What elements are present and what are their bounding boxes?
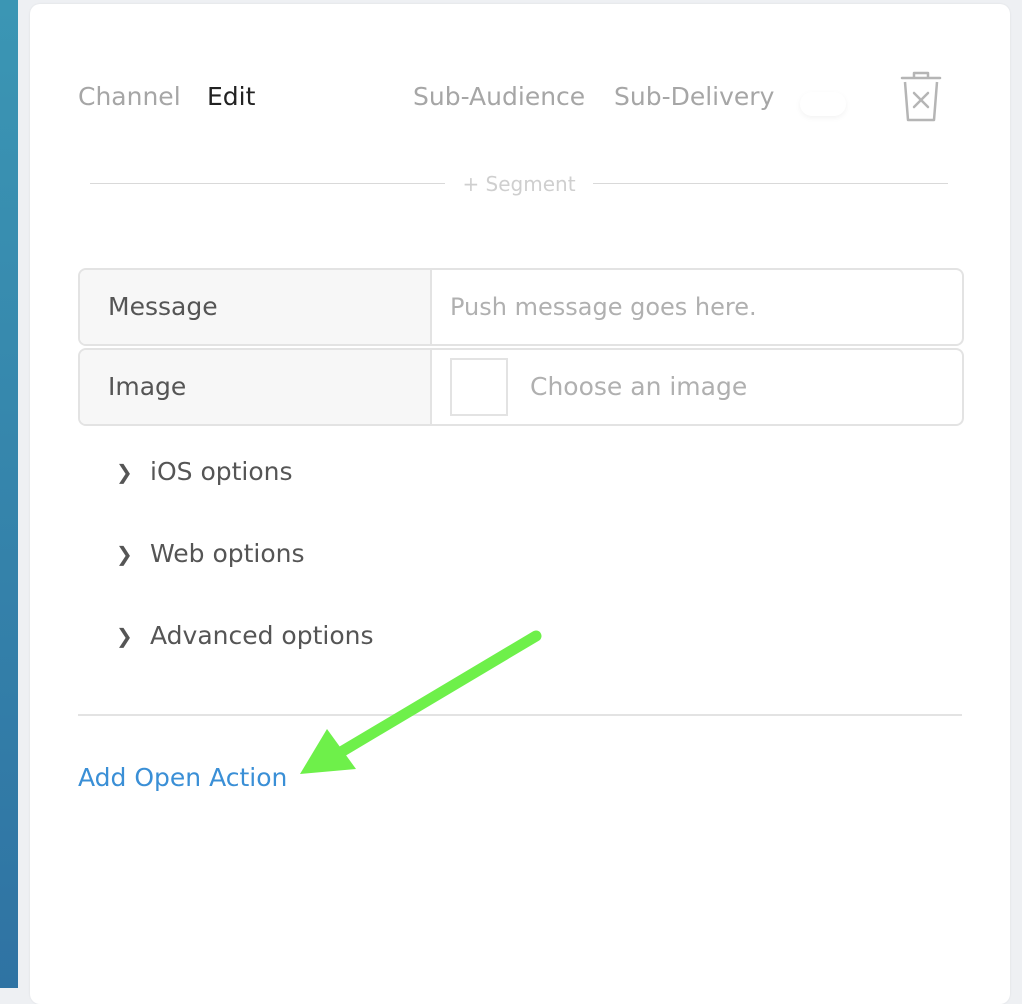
tab-sub-delivery[interactable]: Sub-Delivery <box>614 78 774 116</box>
image-label: Image <box>80 350 432 424</box>
option-label: iOS options <box>150 457 293 486</box>
message-label: Message <box>80 270 432 344</box>
toggle-switch[interactable] <box>800 92 846 116</box>
image-thumbnail[interactable] <box>450 358 508 416</box>
delete-button[interactable] <box>898 68 944 124</box>
push-message-card: Channel Edit Sub-Audience Sub-Delivery +… <box>30 4 1010 1004</box>
add-segment-link[interactable]: + Segment <box>450 172 588 196</box>
add-open-action-link[interactable]: Add Open Action <box>78 756 287 800</box>
segment-divider: + Segment <box>90 172 948 196</box>
trash-icon <box>900 71 942 122</box>
option-label: Web options <box>150 539 305 568</box>
image-row: Image Choose an image <box>78 348 964 426</box>
divider-line-right <box>593 183 948 184</box>
message-input[interactable] <box>432 270 962 344</box>
chevron-right-icon: ❯ <box>116 624 133 648</box>
option-label: Advanced options <box>150 621 374 650</box>
divider-line-left <box>90 183 445 184</box>
choose-image-button[interactable]: Choose an image <box>530 350 747 424</box>
chevron-right-icon: ❯ <box>116 460 133 484</box>
section-divider <box>78 714 962 716</box>
tab-channel[interactable]: Channel <box>78 78 181 116</box>
tab-bar: Channel Edit Sub-Audience Sub-Delivery <box>30 78 1010 118</box>
tab-edit[interactable]: Edit <box>207 78 255 116</box>
chevron-right-icon: ❯ <box>116 542 133 566</box>
left-edge-strip <box>0 0 18 988</box>
message-row: Message <box>78 268 964 346</box>
tab-sub-audience[interactable]: Sub-Audience <box>413 78 585 116</box>
message-form: Message Image Choose an image <box>78 268 964 428</box>
